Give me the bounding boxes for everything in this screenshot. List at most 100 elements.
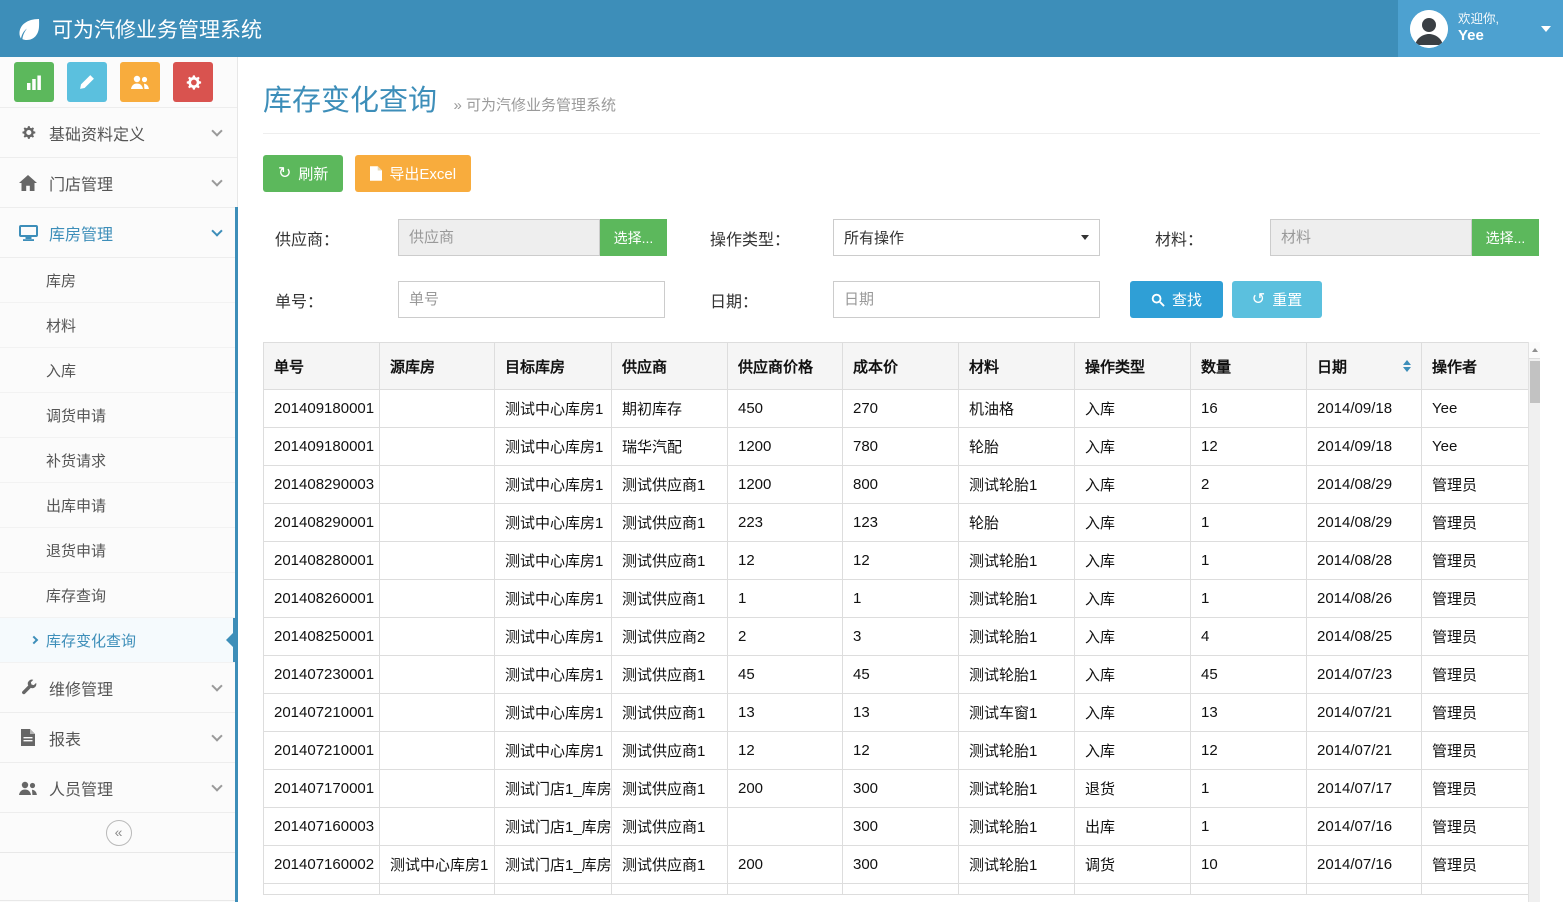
chevron-down-icon	[211, 175, 222, 186]
submenu-item[interactable]: 补货请求	[0, 438, 237, 483]
cell-target-warehouse: 测试中心库房1	[495, 466, 612, 504]
wrench-icon	[16, 679, 40, 696]
settings-quick-button[interactable]	[173, 62, 213, 102]
sidebar-item-basic-data[interactable]: 基础资料定义	[0, 108, 237, 158]
reset-button[interactable]: ↺ 重置	[1232, 281, 1322, 318]
column-header-date[interactable]: 日期	[1307, 343, 1422, 390]
cell-cost-price: 12	[843, 732, 959, 770]
collapse-sidebar-button[interactable]: «	[106, 820, 132, 846]
cell-supplier-price: 2	[728, 618, 843, 656]
supplier-choose-button[interactable]: 选择...	[600, 219, 667, 256]
cell-operator: 管理员	[1422, 808, 1529, 846]
submenu-item[interactable]: 库房	[0, 258, 237, 303]
submenu-item[interactable]: 库存查询	[0, 573, 237, 618]
cell-supplier: 测试供应商1	[612, 466, 728, 504]
inventory-table-wrap: 单号 源库房 目标库房 供应商 供应商价格 成本价 材料 操作类型 数量 日	[263, 342, 1540, 902]
submenu-item[interactable]: 调货申请	[0, 393, 237, 438]
bar-chart-icon	[25, 74, 43, 91]
submenu-item[interactable]: 材料	[0, 303, 237, 348]
scroll-up-button[interactable]	[1529, 342, 1540, 359]
filter-row-2: 单号： 日期： 查找 ↺ 重置	[263, 281, 1540, 318]
refresh-icon: ↻	[278, 166, 291, 182]
gear-icon	[16, 124, 40, 141]
cell-source-warehouse	[380, 732, 495, 770]
date-input[interactable]	[833, 281, 1100, 318]
home-icon	[16, 175, 40, 191]
refresh-button[interactable]: ↻ 刷新	[263, 155, 343, 192]
cell-supplier-price: 1	[728, 580, 843, 618]
operation-type-select[interactable]: 所有操作	[833, 219, 1100, 256]
sort-down-icon	[1403, 367, 1411, 372]
cell-target-warehouse: 测试中心库房1	[495, 656, 612, 694]
cell-material: 测试轮胎1	[959, 846, 1075, 884]
users-quick-button[interactable]	[120, 62, 160, 102]
cell-operator: Yee	[1422, 428, 1529, 466]
stats-quick-button[interactable]	[14, 62, 54, 102]
table-row: 201408290001 测试中心库房1 测试供应商1 223 123 轮胎 入…	[264, 504, 1529, 542]
cell-operator: 管理员	[1422, 770, 1529, 808]
operation-type-label: 操作类型：	[710, 226, 833, 250]
cell-material: 测试轮胎1	[959, 656, 1075, 694]
edit-quick-button[interactable]	[67, 62, 107, 102]
chevron-down-icon	[211, 225, 222, 236]
cell-quantity: 1	[1191, 770, 1307, 808]
cell-date: 2014/07/23	[1307, 656, 1422, 694]
cell-operation-type: 入库	[1075, 542, 1191, 580]
table-row: 201408260001 测试中心库房1 测试供应商1 1 1 测试轮胎1 入库…	[264, 580, 1529, 618]
cell-order-no: 201407210001	[264, 694, 380, 732]
cell-quantity: 16	[1191, 390, 1307, 428]
scrollbar-thumb[interactable]	[1530, 361, 1540, 403]
cell-operator: 管理员	[1422, 732, 1529, 770]
order-no-input[interactable]	[398, 281, 665, 318]
brand: 可为汽修业务管理系统	[0, 0, 278, 57]
cell-date: 2014/08/25	[1307, 618, 1422, 656]
submenu-item[interactable]: 退货申请	[0, 528, 237, 573]
table-header-row: 单号 源库房 目标库房 供应商 供应商价格 成本价 材料 操作类型 数量 日	[264, 343, 1529, 390]
cell-quantity: 1	[1191, 504, 1307, 542]
sidebar-item-warehouse[interactable]: 库房管理	[0, 208, 237, 258]
cell-supplier: 测试供应商1	[612, 694, 728, 732]
order-no-label: 单号：	[275, 288, 398, 312]
user-menu[interactable]: 欢迎你, Yee	[1398, 0, 1563, 57]
app-title: 可为汽修业务管理系统	[52, 14, 262, 44]
cell-material: 轮胎	[959, 504, 1075, 542]
cell-supplier-price	[728, 808, 843, 846]
page-header: 库存变化查询 » 可为汽修业务管理系统	[263, 57, 1540, 134]
file-icon	[16, 729, 40, 746]
submenu-item[interactable]: 库存变化查询	[0, 618, 237, 663]
sidebar-item-stores[interactable]: 门店管理	[0, 158, 237, 208]
cell-target-warehouse: 测试中心库房1	[495, 618, 612, 656]
column-header-quantity: 数量	[1191, 343, 1307, 390]
submenu-item[interactable]: 入库	[0, 348, 237, 393]
export-excel-button[interactable]: 导出Excel	[355, 155, 471, 192]
cell-source-warehouse	[380, 808, 495, 846]
sidebar-item-staff[interactable]: 人员管理	[0, 763, 237, 813]
cell-supplier-price: 45	[728, 656, 843, 694]
cell-target-warehouse: 测试中心库房1	[495, 504, 612, 542]
material-choose-button[interactable]: 选择...	[1472, 219, 1539, 256]
cell-date: 2014/07/16	[1307, 808, 1422, 846]
cell-supplier: 测试供应商1	[612, 542, 728, 580]
cell-supplier: 测试供应商1	[612, 732, 728, 770]
cell-quantity: 10	[1191, 846, 1307, 884]
sidebar-item-repair[interactable]: 维修管理	[0, 663, 237, 713]
cell-target-warehouse: 测试中心库房1	[495, 580, 612, 618]
sidebar-item-reports[interactable]: 报表	[0, 713, 237, 763]
cell-supplier: 测试供应商1	[612, 656, 728, 694]
sort-icons[interactable]	[1403, 360, 1411, 372]
cell-operation-type: 入库	[1075, 428, 1191, 466]
cell-date: 2014/07/17	[1307, 770, 1422, 808]
supplier-label: 供应商：	[275, 226, 398, 250]
cell-supplier-price: 450	[728, 390, 843, 428]
supplier-input[interactable]	[398, 219, 600, 256]
vertical-scrollbar[interactable]	[1528, 342, 1540, 902]
search-button[interactable]: 查找	[1130, 281, 1223, 318]
cell-material: 测试轮胎1	[959, 542, 1075, 580]
cell-source-warehouse	[380, 580, 495, 618]
submenu-item[interactable]: 出库申请	[0, 483, 237, 528]
cell-quantity: 4	[1191, 618, 1307, 656]
cell-material: 测试车窗1	[959, 694, 1075, 732]
breadcrumb: » 可为汽修业务管理系统	[453, 97, 616, 114]
cell-operation-type: 入库	[1075, 618, 1191, 656]
material-input[interactable]	[1270, 219, 1472, 256]
